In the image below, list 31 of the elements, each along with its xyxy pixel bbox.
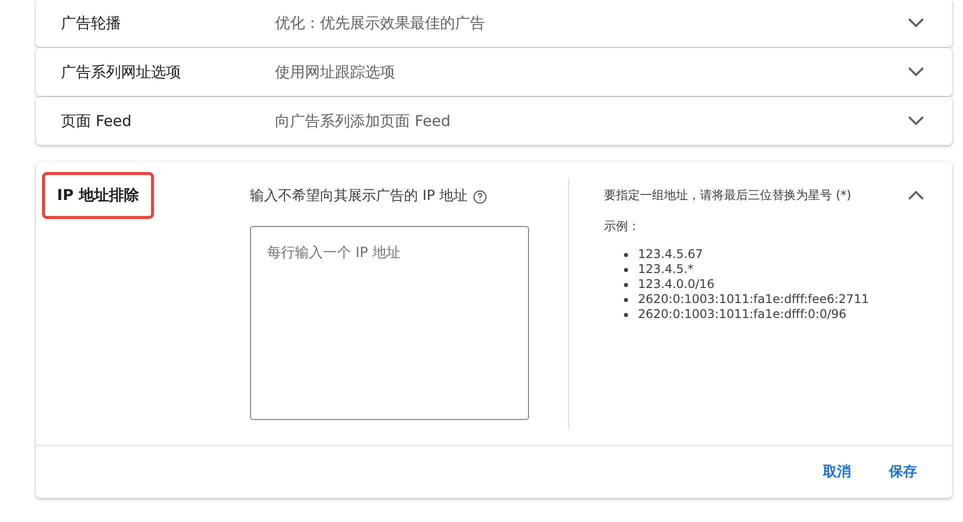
bullet-icon [624, 282, 628, 286]
bullet-icon [624, 268, 628, 272]
section-summary: 向广告系列添加页面 Feed [275, 110, 452, 132]
section-card[interactable]: 广告轮播 优化：优先展示效果最佳的广告 [36, 0, 952, 47]
bullet-icon [624, 312, 628, 316]
help-icon[interactable] [473, 190, 488, 204]
section-summary: 优化：优先展示效果最佳的广告 [275, 12, 486, 34]
example-address: 2620:0:1003:1011:fa1e:dfff:fee6:2711 [638, 292, 869, 307]
example-address: 123.4.5.* [638, 262, 694, 277]
chevron-down-icon[interactable] [907, 66, 925, 78]
bullet-icon [624, 252, 628, 256]
section-summary: 使用网址跟踪选项 [275, 62, 396, 83]
chevron-down-icon[interactable] [907, 115, 925, 127]
field-label: 输入不希望向其展示广告的 IP 地址 [250, 187, 468, 206]
chevron-down-icon[interactable] [907, 17, 925, 29]
section-card[interactable]: 广告系列网址选项 使用网址跟踪选项 [36, 48, 952, 96]
ip-address-field[interactable]: 每行输入一个 IP 地址 [250, 226, 529, 420]
example-address: 2620:0:1003:1011:fa1e:dfff:0:0/96 [638, 307, 846, 322]
help-text: 要指定一组地址，请将最后三位替换为星号 (*) [604, 187, 852, 204]
bullet-icon [624, 298, 628, 302]
section-title: IP 地址排除 [42, 172, 154, 218]
cancel-button[interactable]: 取消 [805, 456, 869, 488]
save-button[interactable]: 保存 [871, 456, 935, 488]
chevron-up-icon[interactable] [907, 189, 925, 201]
section-title: 广告系列网址选项 [61, 62, 182, 83]
section-title: 广告轮播 [61, 12, 122, 34]
section-title: 页面 Feed [61, 110, 133, 132]
examples-label: 示例： [604, 218, 641, 235]
example-address: 123.4.0.0/16 [638, 277, 715, 292]
example-address: 123.4.5.67 [638, 247, 703, 262]
section-card[interactable]: 页面 Feed 向广告系列添加页面 Feed [36, 97, 952, 145]
